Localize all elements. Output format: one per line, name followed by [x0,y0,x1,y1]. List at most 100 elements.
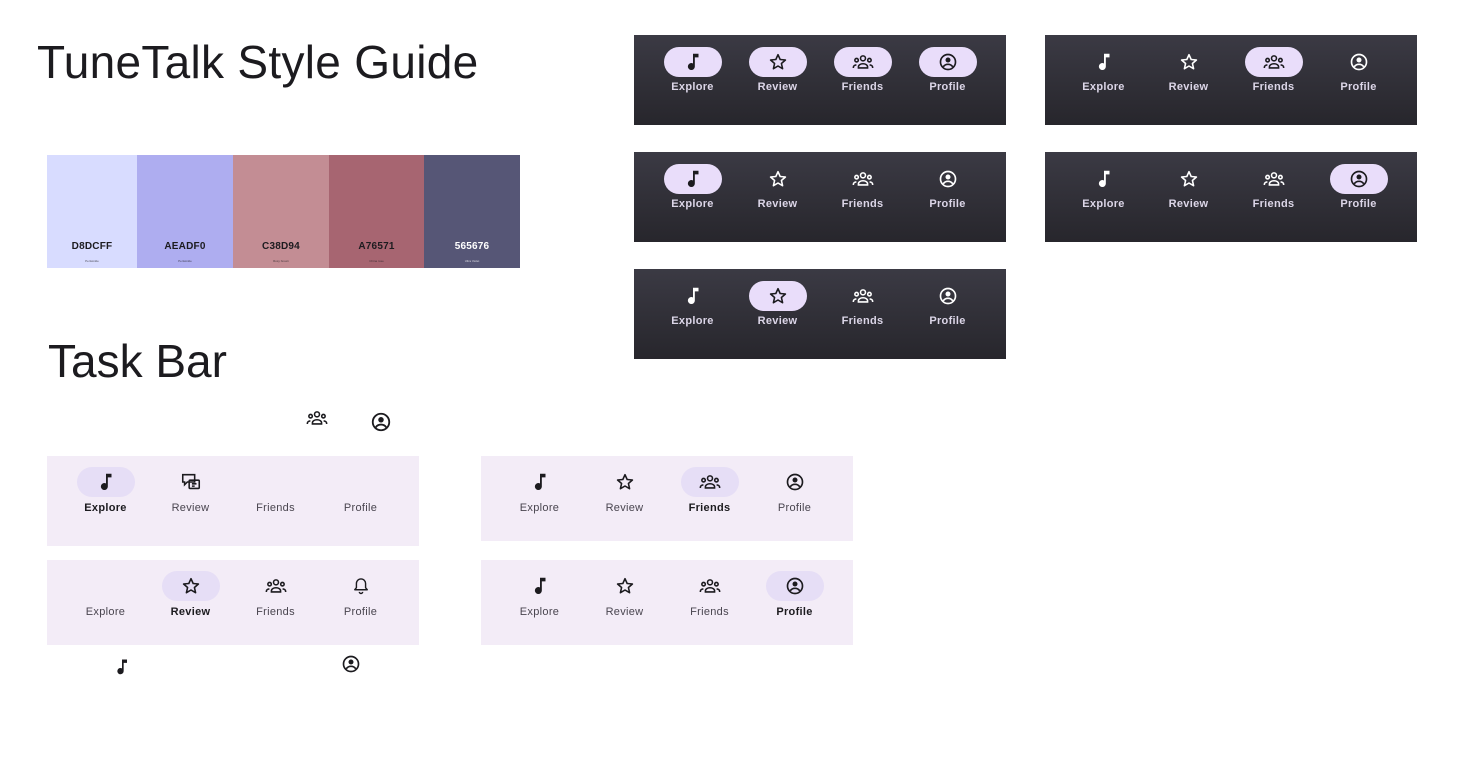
nav-label: Explore [1082,198,1125,210]
nav-item-explore[interactable]: Explore [497,456,582,541]
swatch-name: Periwinkle [178,259,192,263]
active-indicator [663,164,722,194]
dark-nav-bar-all-pills: Explore Review Friends Profile [634,35,1006,125]
nav-item-friends[interactable]: Friends [667,560,752,645]
section-title: Task Bar [48,335,227,387]
icon-container [332,571,390,601]
nav-item-friends[interactable]: Friends [820,269,905,359]
nav-item-profile[interactable]: Profile [1316,35,1401,125]
nav-item-profile[interactable]: Profile [905,152,990,242]
nav-item-profile[interactable]: Profile [318,456,403,546]
nav-item-explore[interactable]: Explore [497,560,582,645]
group-icon [305,407,329,429]
nav-item-review[interactable]: Review [148,456,233,546]
nav-item-friends[interactable]: Friends [233,456,318,546]
star-icon [768,286,788,306]
nav-item-friends[interactable]: Friends [820,35,905,125]
nav-item-friends[interactable]: Friends [1231,152,1316,242]
nav-item-profile[interactable]: Profile [752,456,837,541]
music-note-icon [1093,168,1115,190]
icon-container [1075,47,1133,77]
music-note-icon [682,168,704,190]
nav-item-profile[interactable]: Profile [1316,152,1401,242]
nav-label: Profile [777,502,812,514]
nav-item-review[interactable]: Review [735,152,820,242]
swatch-hex: AEADF0 [164,241,206,252]
nav-item-review[interactable]: Review [1146,35,1231,125]
swatch-rosy-brown: C38D94 Rosy brown [233,155,329,268]
nav-label: Profile [776,606,813,618]
dark-nav-bar-friends-active: Explore Review Friends Profile [1045,35,1417,125]
nav-label: Friends [841,315,884,327]
group-icon [265,575,287,597]
nav-item-review[interactable]: Review [148,560,233,645]
account-circle-icon [1349,52,1369,72]
nav-item-profile[interactable]: Profile [905,269,990,359]
nav-label: Profile [343,606,378,618]
icon-container [749,164,807,194]
nav-label: Explore [519,606,560,618]
light-nav-bar-review-active: Explore Review Friends Profile [47,560,419,645]
active-indicator [833,47,892,77]
group-icon [1263,51,1285,73]
dark-nav-bar-explore-active: Explore Review Friends Profile [634,152,1006,242]
icon-container [834,164,892,194]
active-indicator [663,47,722,77]
nav-item-profile[interactable]: Profile [905,35,990,125]
swatch-hex: D8DCFF [71,241,113,252]
star-icon [768,52,788,72]
music-note-icon [112,656,132,678]
nav-item-review[interactable]: Review [735,269,820,359]
swatch-china-rose: A76571 China rose [329,155,424,268]
group-icon [699,471,721,493]
light-nav-bar-profile-active: Explore Review Friends Profile [481,560,853,645]
nav-item-explore[interactable]: Explore [1061,35,1146,125]
light-nav-bar-explore-active: Explore Review Friends Profile [47,456,419,546]
nav-item-review[interactable]: Review [1146,152,1231,242]
nav-item-review[interactable]: Review [735,35,820,125]
icon-container [919,164,977,194]
nav-item-explore[interactable]: Explore [63,456,148,546]
icon-container [247,571,305,601]
group-icon [852,285,874,307]
nav-item-review[interactable]: Review [582,456,667,541]
icon-container [1160,164,1218,194]
nav-item-friends[interactable]: Friends [820,152,905,242]
swatch-hex: C38D94 [262,241,300,252]
star-icon [1179,169,1199,189]
nav-item-explore[interactable]: Explore [650,269,735,359]
star-icon [615,472,635,492]
active-indicator [1244,47,1303,77]
group-icon [852,168,874,190]
account-circle-icon [370,411,392,433]
star-icon [615,576,635,596]
icon-container [681,571,739,601]
nav-item-review[interactable]: Review [582,560,667,645]
page-title: TuneTalk Style Guide [37,36,479,88]
nav-item-profile[interactable]: Profile [318,560,403,645]
active-indicator [76,467,135,497]
swatch-hex: 565676 [454,241,490,252]
nav-item-friends[interactable]: Friends [667,456,752,541]
nav-label: Explore [671,315,714,327]
nav-item-explore[interactable]: Explore [63,560,148,645]
group-icon [699,575,721,597]
nav-item-profile[interactable]: Profile [752,560,837,645]
nav-item-friends[interactable]: Friends [233,560,318,645]
account-circle-icon [938,286,958,306]
account-circle-icon [938,169,958,189]
active-indicator [680,467,739,497]
swatch-periwinkle-light: D8DCFF Periwinkle [47,155,137,268]
icon-container [511,571,569,601]
nav-item-explore[interactable]: Explore [650,35,735,125]
group-icon [852,51,874,73]
nav-label: Review [605,502,644,514]
light-nav-bar-friends-active: Explore Review Friends Profile [481,456,853,541]
nav-item-explore[interactable]: Explore [650,152,735,242]
nav-item-friends[interactable]: Friends [1231,35,1316,125]
active-indicator [748,47,807,77]
dark-nav-bar-review-active: Explore Review Friends Profile [634,269,1006,359]
nav-label: Review [757,81,798,93]
nav-label: Friends [1252,198,1295,210]
nav-item-explore[interactable]: Explore [1061,152,1146,242]
